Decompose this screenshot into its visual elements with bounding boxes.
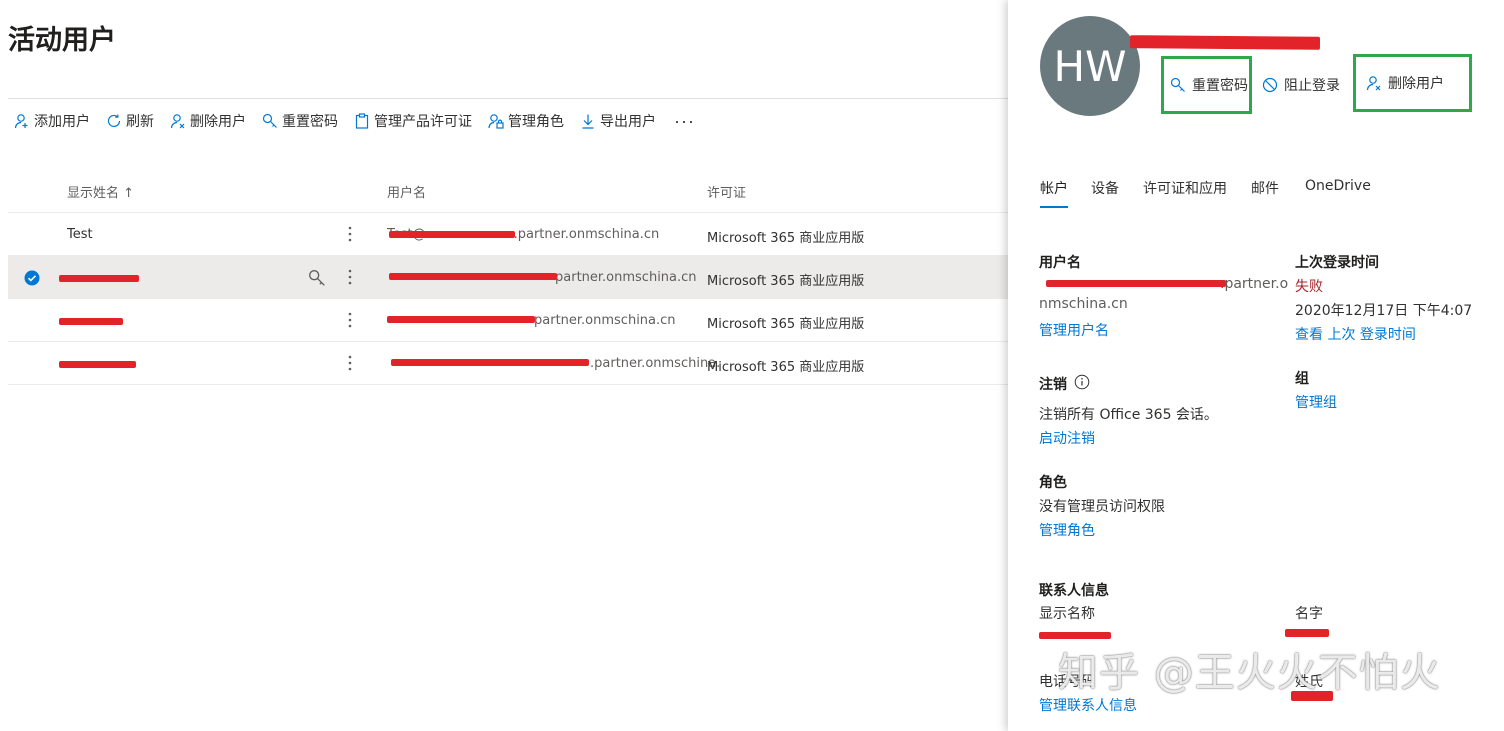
watermark: 知乎 @王火火不怕火 [1058,650,1441,696]
add-person-icon [14,114,28,129]
manage-roles-link[interactable]: 管理角色 [1039,520,1095,540]
more-vertical-icon[interactable] [345,353,355,373]
tab-mail[interactable]: 邮件 [1251,178,1279,198]
tab-licenses-apps[interactable]: 许可证和应用 [1143,178,1227,198]
reset-password-button[interactable]: 重置密码 [1161,56,1252,114]
first-name-label: 名字 [1295,606,1323,622]
refresh-icon [107,114,121,127]
remove-person-icon [170,114,185,129]
roles-label: 角色 [1039,475,1067,491]
clipboard-icon [355,113,369,129]
more-vertical-icon[interactable] [345,224,355,244]
redaction [1039,632,1111,639]
command-bar: 添加用户 刷新 删除用户 重置密码 管理产品许可证 管理角色 导出用户 ··· [14,109,695,133]
user-details-panel: HW 重置密码 阻止登录 删除用户 帐户 设备 许可证和应用 邮件 OneDri… [1008,0,1504,731]
block-icon [1262,77,1278,93]
row-license: Microsoft 365 商业应用版 [707,317,865,332]
reset-password-button[interactable]: 重置密码 [262,111,338,131]
row-license: Microsoft 365 商业应用版 [707,360,865,375]
redaction [59,361,136,368]
signout-label: 注销 [1039,377,1067,393]
grid-header: 显示姓名 ↑ 用户名 许可证 [0,180,1008,201]
column-header-display-name[interactable]: 显示姓名 ↑ [67,182,134,201]
initiate-signout-link[interactable]: 启动注销 [1039,428,1095,448]
block-signin-button[interactable]: 阻止登录 [1262,56,1340,114]
last-signin-time: 2020年12月17日 下午4:07 [1295,303,1473,319]
row-license: Microsoft 365 商业应用版 [707,231,865,246]
column-header-license[interactable]: 许可证 [707,182,746,201]
more-vertical-icon[interactable] [345,267,355,287]
row-username: partner.onmschina.cn [555,270,697,285]
username-value: .partner.o [1220,276,1289,292]
remove-person-icon [1366,76,1381,91]
add-user-button[interactable]: 添加用户 [14,111,90,131]
redaction [1046,280,1226,287]
groups-label: 组 [1295,371,1309,387]
more-actions-button[interactable]: ··· [674,111,695,132]
row-username: partner.onmschina.cn [534,313,676,328]
tab-account[interactable]: 帐户 [1040,178,1068,198]
users-list-pane: 活动用户 添加用户 刷新 删除用户 重置密码 管理产品许可证 管理角色 导出用户… [0,0,1008,731]
redaction [59,275,139,282]
key-icon [262,113,277,128]
redaction [389,231,515,238]
table-row[interactable]: Test Test@.partner.onmschina.cn Microsof… [8,213,1008,256]
checkmark-circle-icon[interactable] [24,270,40,286]
avatar: HW [1040,16,1140,116]
row-license: Microsoft 365 商业应用版 [707,274,865,289]
active-tab-indicator [1040,206,1068,208]
delete-user-button[interactable]: 删除用户 [170,111,246,131]
export-users-button[interactable]: 导出用户 [580,111,656,131]
username-value-cont: nmschina.cn [1039,296,1128,312]
redaction [59,318,123,325]
last-signin-status: 失败 [1295,279,1323,295]
redaction [391,359,589,366]
manage-contact-info-link[interactable]: 管理联系人信息 [1039,695,1137,715]
redaction [1285,629,1329,637]
last-signin-label: 上次登录时间 [1295,255,1379,271]
key-icon[interactable] [308,269,326,287]
signout-description: 注销所有 Office 365 会话。 [1039,407,1218,423]
page-title: 活动用户 [8,25,116,56]
delete-user-button[interactable]: 删除用户 [1353,54,1472,112]
more-vertical-icon[interactable] [345,310,355,330]
key-icon [1170,77,1185,92]
redaction [389,273,557,280]
manage-groups-link[interactable]: 管理组 [1295,392,1337,412]
view-last-signin-link[interactable]: 查看 上次 登录时间 [1295,324,1416,344]
tab-onedrive[interactable]: OneDrive [1305,178,1371,194]
info-icon[interactable] [1074,374,1090,390]
refresh-button[interactable]: 刷新 [106,111,154,131]
display-name-label: 显示名称 [1039,606,1095,622]
person-lock-icon [488,114,504,129]
redaction [387,316,535,323]
redaction [1129,35,1321,50]
manage-license-button[interactable]: 管理产品许可证 [354,111,472,131]
username-label: 用户名 [1039,255,1081,271]
tab-devices[interactable]: 设备 [1091,178,1119,198]
manage-roles-button[interactable]: 管理角色 [488,111,564,131]
column-header-username[interactable]: 用户名 [387,182,426,201]
roles-description: 没有管理员访问权限 [1039,499,1165,515]
row-username: .partner.onmschina. [590,356,721,371]
download-icon [582,114,594,129]
contact-info-label: 联系人信息 [1039,583,1109,599]
divider [8,98,1008,99]
manage-username-link[interactable]: 管理用户名 [1039,320,1109,340]
row-display-name: Test [67,227,93,242]
